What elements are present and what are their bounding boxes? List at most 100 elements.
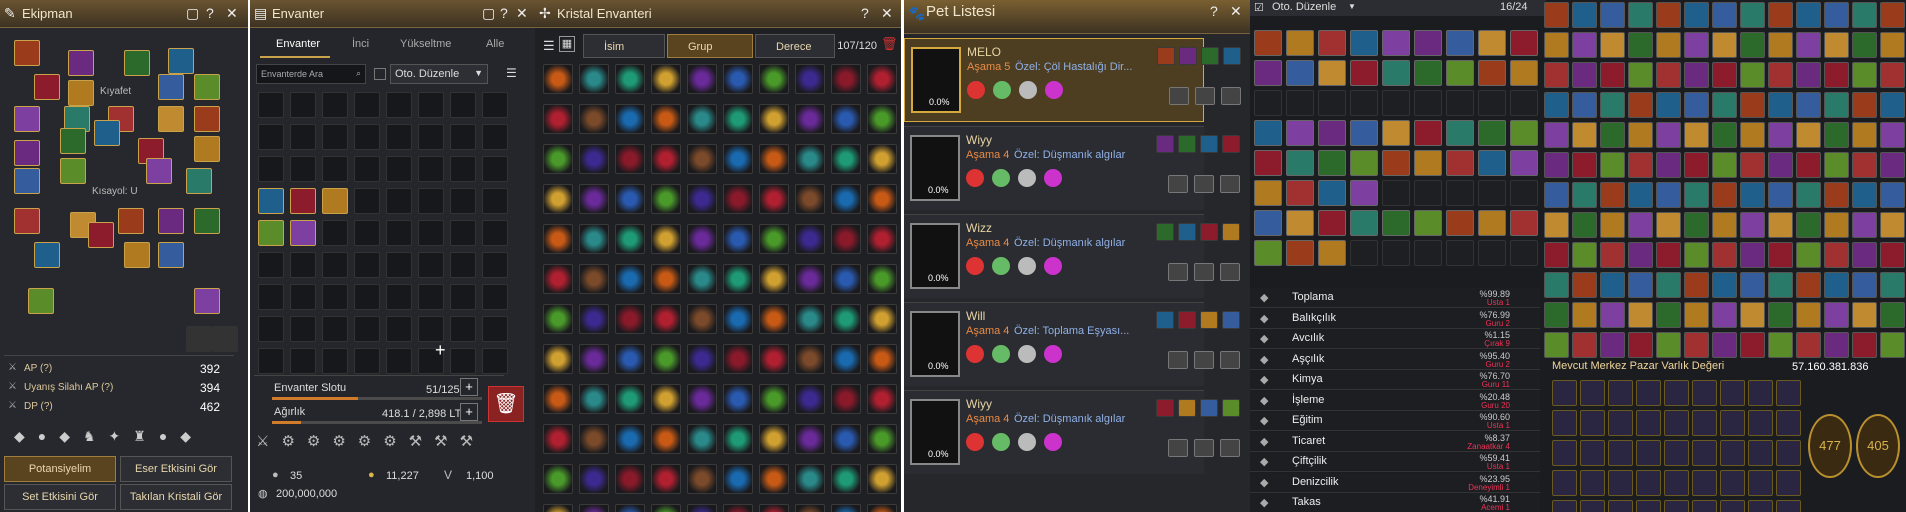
storage-slot[interactable] — [1254, 180, 1282, 206]
crystal-slot[interactable] — [867, 504, 897, 512]
storage-slot[interactable] — [1350, 60, 1378, 86]
storage-slot[interactable] — [1768, 242, 1793, 268]
storage-slot[interactable] — [1740, 302, 1765, 328]
inventory-slot[interactable] — [418, 284, 444, 310]
storage-slot[interactable] — [1740, 152, 1765, 178]
crystal-slot[interactable] — [723, 264, 753, 294]
storage-slot[interactable] — [1628, 92, 1653, 118]
storage-slot[interactable] — [1628, 212, 1653, 238]
add-slot-button[interactable]: + — [460, 378, 478, 396]
close-icon[interactable]: ✕ — [516, 5, 528, 22]
market-slot[interactable] — [1776, 380, 1801, 406]
crystal-slot[interactable] — [615, 144, 645, 174]
equipment-slot[interactable] — [212, 326, 238, 352]
crystal-slot[interactable] — [687, 224, 717, 254]
gift-icon[interactable] — [1220, 175, 1240, 193]
market-slot[interactable] — [1776, 410, 1801, 436]
inventory-search[interactable]: Envanterde Ara ⌕ — [256, 64, 366, 84]
close-icon[interactable]: ✕ — [1230, 3, 1242, 20]
equipment-slot[interactable] — [14, 168, 40, 194]
storage-slot[interactable] — [1824, 182, 1849, 208]
inventory-slot[interactable] — [450, 284, 476, 310]
equipment-slot[interactable] — [68, 80, 94, 106]
market-slot[interactable] — [1748, 500, 1773, 512]
storage-slot[interactable] — [1478, 30, 1506, 56]
inventory-slot[interactable] — [386, 92, 412, 118]
storage-slot[interactable] — [1880, 212, 1905, 238]
storage-slot[interactable] — [1510, 180, 1538, 206]
storage-slot[interactable] — [1880, 2, 1905, 28]
paw-icon[interactable] — [1194, 263, 1214, 281]
storage-slot[interactable] — [1572, 152, 1597, 178]
crystal-slot[interactable] — [579, 464, 609, 494]
storage-slot[interactable] — [1880, 32, 1905, 58]
crystal-slot[interactable] — [867, 344, 897, 374]
crystal-slot[interactable] — [615, 104, 645, 134]
pet-row[interactable]: 0.0% Wiyy Aşama 4 Özel: Düşmanık algılar — [904, 126, 1240, 210]
storage-slot[interactable] — [1446, 120, 1474, 146]
trash-button[interactable]: 🗑 — [488, 386, 524, 422]
crystal-slot[interactable] — [651, 304, 681, 334]
storage-slot[interactable] — [1318, 30, 1346, 56]
market-slot[interactable] — [1748, 380, 1773, 406]
storage-slot[interactable] — [1628, 2, 1653, 28]
crystal-slot[interactable] — [795, 184, 825, 214]
crystal-slot[interactable] — [831, 504, 861, 512]
equipment-slot[interactable] — [60, 158, 86, 184]
storage-slot[interactable] — [1880, 302, 1905, 328]
market-slot[interactable] — [1748, 410, 1773, 436]
storage-slot[interactable] — [1350, 30, 1378, 56]
storage-slot[interactable] — [1446, 240, 1474, 266]
storage-slot[interactable] — [1254, 120, 1282, 146]
market-slot[interactable] — [1664, 380, 1689, 406]
storage-slot[interactable] — [1796, 272, 1821, 298]
crystal-slot[interactable] — [759, 304, 789, 334]
storage-slot[interactable] — [1628, 182, 1653, 208]
inventory-slot[interactable] — [354, 252, 380, 278]
storage-slot[interactable] — [1446, 150, 1474, 176]
crystal-slot[interactable] — [759, 504, 789, 512]
storage-slot[interactable] — [1628, 272, 1653, 298]
storage-slot[interactable] — [1510, 30, 1538, 56]
auto-sort-select[interactable]: Oto. Düzenle ▼ — [390, 64, 488, 84]
storage-slot[interactable] — [1572, 122, 1597, 148]
paw-icon[interactable] — [1194, 351, 1214, 369]
market-slot[interactable] — [1552, 380, 1577, 406]
storage-slot[interactable] — [1572, 62, 1597, 88]
inventory-slot[interactable] — [418, 188, 444, 214]
crystal-slot[interactable] — [579, 184, 609, 214]
storage-slot[interactable] — [1544, 32, 1569, 58]
crystal-slot[interactable] — [759, 264, 789, 294]
storage-slot[interactable] — [1286, 240, 1314, 266]
crystal-slot[interactable] — [795, 304, 825, 334]
storage-slot[interactable] — [1768, 212, 1793, 238]
inventory-slot[interactable] — [258, 316, 284, 342]
crystal-slot[interactable] — [831, 344, 861, 374]
crystal-slot[interactable] — [615, 184, 645, 214]
crystal-slot[interactable] — [687, 504, 717, 512]
storage-slot[interactable] — [1544, 302, 1569, 328]
storage-slot[interactable] — [1286, 90, 1314, 116]
crystal-slot[interactable] — [831, 64, 861, 94]
equipment-slot[interactable] — [194, 288, 220, 314]
storage-slot[interactable] — [1350, 180, 1378, 206]
market-slot[interactable] — [1776, 470, 1801, 496]
grid-view-icon[interactable]: ▦ — [559, 36, 575, 52]
crystal-slot[interactable] — [615, 504, 645, 512]
crystal-slot[interactable] — [651, 464, 681, 494]
storage-slot[interactable] — [1684, 122, 1709, 148]
storage-slot[interactable] — [1600, 92, 1625, 118]
crystal-slot[interactable] — [543, 464, 573, 494]
storage-slot[interactable] — [1740, 92, 1765, 118]
storage-slot[interactable] — [1712, 62, 1737, 88]
gift-icon[interactable] — [1220, 263, 1240, 281]
storage-slot[interactable] — [1510, 240, 1538, 266]
market-slot[interactable] — [1776, 500, 1801, 512]
storage-slot[interactable] — [1656, 182, 1681, 208]
storage-slot[interactable] — [1656, 2, 1681, 28]
storage-slot[interactable] — [1684, 272, 1709, 298]
inventory-slot[interactable] — [418, 316, 444, 342]
storage-slot[interactable] — [1740, 272, 1765, 298]
storage-slot[interactable] — [1318, 60, 1346, 86]
storage-slot[interactable] — [1572, 182, 1597, 208]
